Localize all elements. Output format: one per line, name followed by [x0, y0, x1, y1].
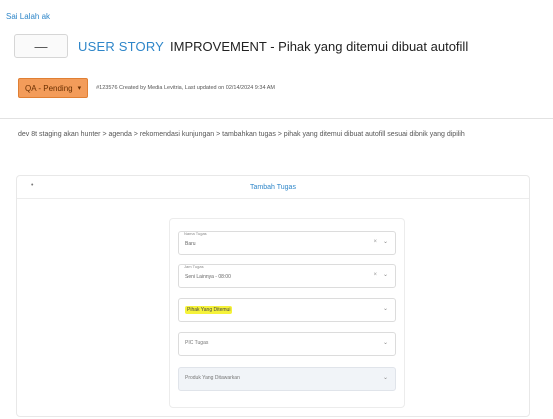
chevron-down-icon[interactable]: ⌄ [383, 305, 388, 312]
back-icon: — [34, 38, 48, 54]
breadcrumb[interactable]: Sai Lalah ak [6, 12, 50, 21]
page-title: IMPROVEMENT - Pihak yang ditemui dibuat … [170, 38, 469, 54]
chevron-down-icon[interactable]: ⌄ [383, 339, 388, 346]
field-label: Jam Tugas [184, 264, 204, 269]
field-placeholder: Produk Yang Ditawarkan [185, 375, 240, 381]
field-placeholder: PIC Tugas [185, 340, 209, 346]
task-pic-field[interactable]: PIC Tugas ⌄ [178, 332, 396, 356]
clear-icon[interactable]: × [373, 272, 377, 278]
preview-card: • Tambah Tugas Nama Tugas Baru × ⌄ Jam T… [16, 175, 530, 417]
party-met-field[interactable]: Pihak Yang Ditemui ⌄ [178, 298, 396, 322]
task-form: Nama Tugas Baru × ⌄ Jam Tugas Seni Lainn… [169, 218, 405, 408]
card-title: Tambah Tugas [250, 183, 296, 191]
field-label: Nama Tugas [184, 231, 207, 236]
card-header: • Tambah Tugas [17, 176, 529, 199]
task-name-field[interactable]: Nama Tugas Baru × ⌄ [178, 231, 396, 255]
back-button[interactable]: — [14, 34, 68, 58]
status-label: QA - Pending [25, 83, 73, 93]
field-placeholder: Pihak Yang Ditemui [185, 306, 233, 314]
story-type-label: USER STORY [78, 38, 165, 54]
status-dropdown[interactable]: QA - Pending ▾ [18, 78, 89, 98]
title-row: — USER STORY IMPROVEMENT - Pihak yang di… [14, 34, 468, 58]
divider [0, 118, 553, 119]
status-row: QA - Pending ▾ #123576 Created by Media … [18, 78, 275, 98]
story-description: dev 8t staging akan hunter > agenda > re… [18, 131, 465, 138]
chevron-down-icon[interactable]: ⌄ [383, 374, 388, 381]
clear-icon[interactable]: × [373, 239, 377, 245]
task-time-field[interactable]: Jam Tugas Seni Lainnya - 08:00 × ⌄ [178, 264, 396, 288]
chevron-down-icon[interactable]: ⌄ [383, 238, 388, 245]
story-meta: #123576 Created by Media Levitria, Last … [96, 85, 275, 91]
offered-product-field[interactable]: Produk Yang Ditawarkan ⌄ [178, 367, 396, 391]
field-value: Seni Lainnya - 08:00 [185, 274, 231, 280]
caret-down-icon: ▾ [77, 85, 82, 92]
chevron-down-icon[interactable]: ⌄ [383, 271, 388, 278]
field-value: Baru [185, 241, 196, 247]
